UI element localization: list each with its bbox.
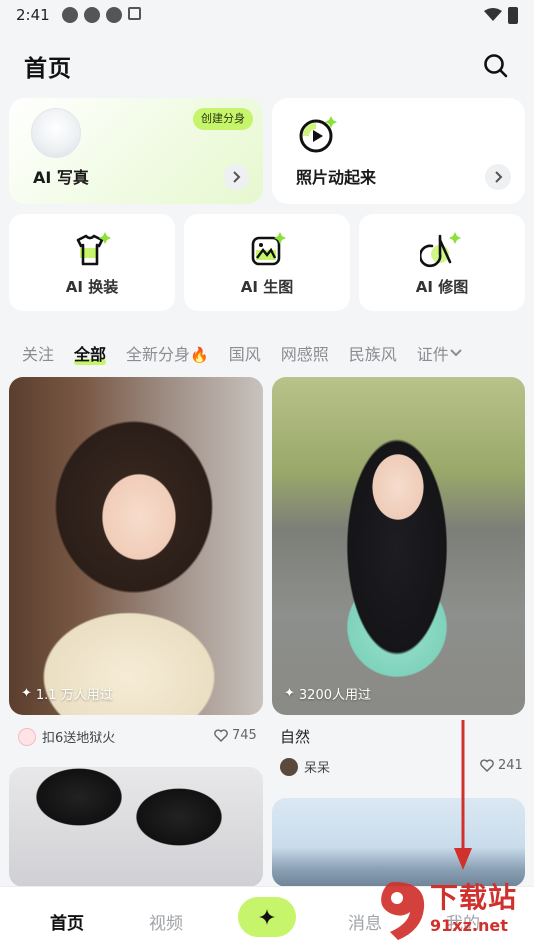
sparkle-icon: ✦ xyxy=(21,686,32,701)
battery-icon xyxy=(508,6,518,24)
usage-count-text: 1.1 万人用过 xyxy=(35,688,113,703)
wifi-icon xyxy=(484,8,502,21)
like-button[interactable]: 241 xyxy=(480,758,523,773)
notification-icon xyxy=(83,7,100,23)
author-avatar xyxy=(18,727,36,746)
tab-id-photo[interactable]: 证件 xyxy=(417,341,463,365)
watermark-title: 下载站 xyxy=(430,881,518,914)
heart-icon xyxy=(480,759,494,772)
notification-a-icon xyxy=(127,7,141,20)
like-button[interactable]: 745 xyxy=(214,728,257,743)
ai-outfit-label: AI 换装 xyxy=(65,278,119,296)
heart-icon xyxy=(214,729,228,742)
tab-new-avatar[interactable]: 全新分身🔥 xyxy=(126,341,209,365)
header: 首页 xyxy=(0,44,534,88)
watermark-logo-icon xyxy=(381,882,425,940)
chevron-down-icon[interactable] xyxy=(449,348,463,358)
feed-author[interactable]: 扣6送地狱火 xyxy=(18,727,115,746)
usage-count: ✦ 1.1 万人用过 xyxy=(21,684,113,703)
watermark-url: 91xz.net xyxy=(430,916,508,935)
nav-video[interactable]: 视频 xyxy=(149,909,183,934)
author-name: 呆呆 xyxy=(304,761,331,776)
fire-icon: 🔥 xyxy=(190,346,209,364)
animate-photo-card[interactable]: 照片动起来 xyxy=(272,98,525,204)
ai-outfit-card[interactable]: AI 换装 xyxy=(9,214,175,311)
animate-photo-label: 照片动起来 xyxy=(296,168,377,187)
tab-ethnic-style[interactable]: 民族风 xyxy=(349,341,397,365)
feed-author[interactable]: 呆呆 xyxy=(280,757,330,776)
image-gen-icon xyxy=(251,232,286,266)
scroll-down-arrow-annotation xyxy=(454,720,472,870)
author-avatar xyxy=(280,757,298,776)
page-title: 首页 xyxy=(24,56,72,82)
category-tabs: 关注 全部 全新分身🔥 国风 网感照 民族风 证件 xyxy=(0,336,534,370)
play-animate-icon xyxy=(299,116,337,153)
ai-retouch-card[interactable]: AI 修图 xyxy=(359,214,525,311)
notification-icon xyxy=(105,7,122,23)
avatar-placeholder xyxy=(31,108,81,158)
feed-image[interactable]: ✦ 1.1 万人用过 xyxy=(9,377,263,715)
create-avatar-badge[interactable]: 创建分身 xyxy=(193,108,253,130)
create-button[interactable] xyxy=(238,897,296,937)
tab-follow[interactable]: 关注 xyxy=(22,341,54,365)
search-icon[interactable] xyxy=(482,52,510,80)
sparkle-icon: ✦ xyxy=(284,686,295,701)
feed-image[interactable]: ✦ 3200人用过 xyxy=(272,377,525,715)
site-watermark: 下载站 91xz.net xyxy=(364,870,534,950)
chevron-right-icon[interactable] xyxy=(223,164,249,190)
outfit-icon xyxy=(76,232,111,266)
ai-image-gen-label: AI 生图 xyxy=(240,278,294,296)
tab-chinese-style[interactable]: 国风 xyxy=(229,341,261,365)
usage-count-text: 3200人用过 xyxy=(298,688,371,703)
post-title: 自然 xyxy=(280,728,311,746)
tab-all[interactable]: 全部 xyxy=(74,341,107,365)
ai-retouch-label: AI 修图 xyxy=(415,278,469,296)
status-bar: 2:41 xyxy=(0,0,534,30)
status-time: 2:41 xyxy=(16,6,50,24)
tab-net-style[interactable]: 网感照 xyxy=(281,341,329,365)
notification-icon xyxy=(61,7,78,23)
ai-image-gen-card[interactable]: AI 生图 xyxy=(184,214,350,311)
chevron-right-icon[interactable] xyxy=(485,164,511,190)
feed-image[interactable] xyxy=(9,767,263,887)
ai-portrait-label: AI 写真 xyxy=(33,168,89,187)
usage-count: ✦ 3200人用过 xyxy=(284,684,371,703)
like-count: 241 xyxy=(498,758,523,773)
like-count: 745 xyxy=(232,728,257,743)
sparkle-icon xyxy=(259,909,275,925)
ai-portrait-card[interactable]: 创建分身 AI 写真 xyxy=(9,98,263,204)
tab-id-photo-label: 证件 xyxy=(416,345,449,364)
retouch-icon xyxy=(420,232,461,268)
nav-home[interactable]: 首页 xyxy=(50,909,84,934)
tab-new-avatar-label: 全新分身 xyxy=(126,345,191,364)
status-notification-icons xyxy=(61,7,141,23)
author-name: 扣6送地狱火 xyxy=(42,731,116,746)
